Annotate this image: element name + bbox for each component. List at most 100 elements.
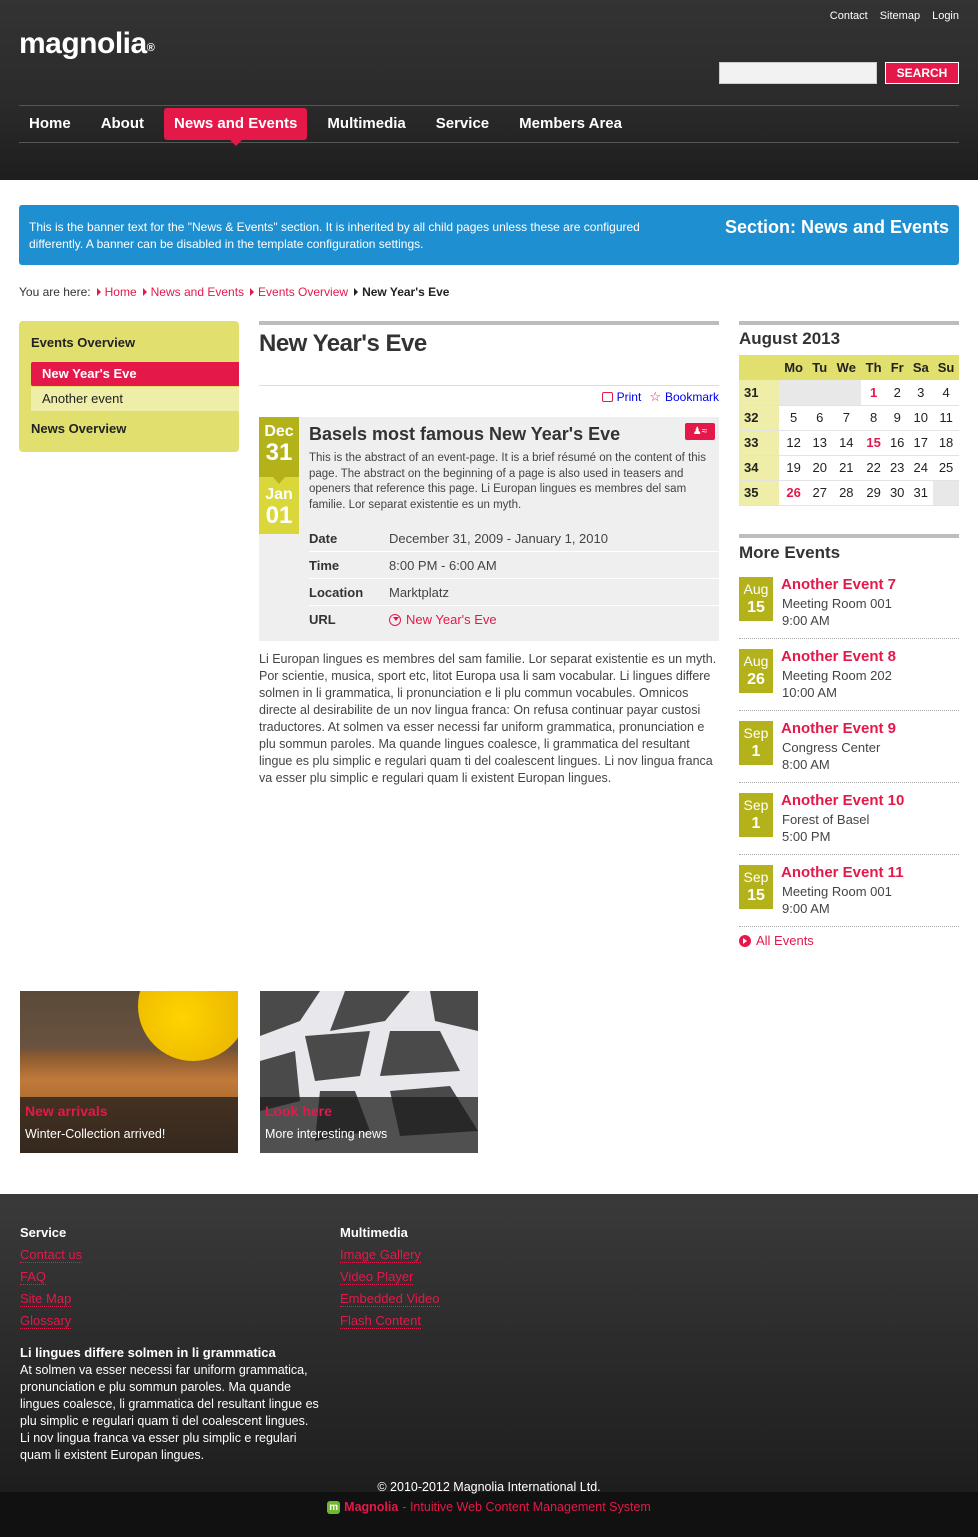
- nav-members-area[interactable]: Members Area: [509, 108, 632, 140]
- breadcrumb-events-overview[interactable]: Events Overview: [244, 285, 348, 299]
- calendar-day: 11: [933, 405, 959, 431]
- calendar-week-row: 35 26 27 28 29 30 31: [739, 480, 959, 506]
- time-label: Time: [309, 558, 340, 573]
- calendar-day: 18: [933, 430, 959, 456]
- banner-text: This is the banner text for the "News & …: [29, 220, 640, 251]
- start-date: Dec 31: [259, 417, 299, 477]
- event-body-text: Li Europan lingues es membres del sam fa…: [259, 652, 717, 785]
- footer-video-player-link[interactable]: Video Player: [340, 1269, 414, 1285]
- page-title: New Year's Eve: [259, 330, 427, 357]
- sidenav-item-another-event[interactable]: Another event: [31, 387, 239, 411]
- time-value: 8:00 PM - 6:00 AM: [389, 558, 497, 573]
- teaser-title: New arrivals: [25, 1103, 108, 1119]
- event-time-row: Time 8:00 PM - 6:00 AM: [309, 552, 719, 579]
- calendar-title: August 2013: [739, 329, 841, 348]
- weekday-header: Mo: [779, 355, 809, 380]
- footer-text: At solmen va esser necessi far uniform g…: [20, 1363, 319, 1462]
- contact-link[interactable]: Contact: [830, 10, 868, 22]
- teaser-subtitle: Winter-Collection arrived!: [25, 1127, 166, 1141]
- more-event-item: Aug 26 Another Event 8 Meeting Room 202 …: [739, 648, 959, 711]
- site-footer: Service Contact us FAQ Site Map Glossary…: [0, 1194, 978, 1537]
- location-label: Location: [309, 585, 364, 600]
- copyright: © 2010-2012 Magnolia International Ltd.: [377, 1480, 601, 1494]
- date-label: Date: [309, 531, 338, 546]
- calendar-event-day[interactable]: 1: [861, 380, 886, 406]
- more-event-title-link[interactable]: Another Event 7: [781, 576, 896, 593]
- sidenav-item-new-years-eve[interactable]: New Year's Eve: [31, 362, 239, 386]
- event-url-row: URL New Year's Eve: [309, 606, 719, 633]
- event-calendar: Mo Tu We Th Fr Sa Su 31 1 2 3 4 32 5 6 7 8 9 10 11 33…: [739, 355, 959, 506]
- calendar-day: 16: [885, 430, 909, 456]
- calendar-empty-day: [808, 380, 832, 406]
- more-event-title-link[interactable]: Another Event 10: [781, 792, 904, 809]
- calendar-weekday-row: Mo Tu We Th Fr Sa Su: [739, 355, 959, 380]
- event-url-link[interactable]: New Year's Eve: [389, 606, 497, 633]
- bookmark-button[interactable]: ☆ Bookmark: [649, 389, 719, 405]
- nav-home[interactable]: Home: [19, 108, 81, 140]
- sidenav-events-overview[interactable]: Events Overview: [31, 335, 135, 350]
- footer-embedded-video-link[interactable]: Embedded Video: [340, 1291, 440, 1307]
- breadcrumb-current: New Year's Eve: [348, 285, 449, 299]
- end-month: Jan: [265, 486, 293, 503]
- teaser-new-arrivals[interactable]: New arrivals Winter-Collection arrived!: [20, 991, 238, 1153]
- calendar-body: 31 1 2 3 4 32 5 6 7 8 9 10 11 33 12 13 14 15 16 17 18 34 19 20 2…: [739, 380, 959, 506]
- sitemap-link[interactable]: Sitemap: [880, 10, 920, 22]
- magnolia-logo[interactable]: magnolia®: [19, 24, 155, 64]
- calendar-week-row: 32 5 6 7 8 9 10 11: [739, 405, 959, 431]
- more-event-title-link[interactable]: Another Event 8: [781, 648, 896, 665]
- calendar-week-number: 31: [739, 380, 779, 406]
- footer-contact-link[interactable]: Contact us: [20, 1247, 83, 1263]
- footer-sitemap-link[interactable]: Site Map: [20, 1291, 72, 1307]
- calendar-event-day[interactable]: 15: [861, 430, 886, 456]
- nav-service[interactable]: Service: [426, 108, 499, 140]
- more-event-day: 26: [747, 671, 765, 688]
- calendar-day: 30: [885, 480, 909, 506]
- search-input[interactable]: [719, 62, 877, 84]
- search-button[interactable]: SEARCH: [885, 62, 959, 84]
- banner-section-title: Section: News and Events: [724, 217, 949, 237]
- calendar-day: 19: [779, 455, 809, 481]
- calendar-day: 14: [831, 430, 862, 456]
- bookmark-label: Bookmark: [664, 389, 719, 404]
- teaser-look-here[interactable]: Look here More interesting news: [260, 991, 478, 1153]
- more-event-date-badge: Aug 15: [739, 577, 773, 621]
- calendar-event-day[interactable]: 26: [779, 480, 809, 506]
- calendar-day: 24: [908, 455, 934, 481]
- more-event-month: Sep: [743, 797, 769, 813]
- more-event-day: 1: [751, 815, 761, 832]
- more-event-item: Sep 1 Another Event 10 Forest of Basel 5…: [739, 792, 959, 855]
- weekday-header: Th: [861, 355, 886, 380]
- sidenav-news-overview[interactable]: News Overview: [31, 421, 126, 436]
- footer-faq-link[interactable]: FAQ: [20, 1269, 47, 1285]
- print-label: Print: [616, 389, 642, 404]
- footer-image-gallery-link[interactable]: Image Gallery: [340, 1247, 421, 1263]
- nav-about[interactable]: About: [91, 108, 154, 140]
- nav-news-and-events[interactable]: News and Events: [164, 108, 308, 146]
- vcard-rss-icon[interactable]: ♟≈: [685, 423, 715, 440]
- breadcrumb-news-and-events[interactable]: News and Events: [137, 285, 244, 299]
- event-details-table: Date December 31, 2009 - January 1, 2010…: [309, 525, 719, 633]
- more-event-month: Aug: [743, 653, 769, 669]
- more-event-time: 10:00 AM: [782, 685, 837, 700]
- calendar-day: 29: [861, 480, 886, 506]
- footer-flash-content-link[interactable]: Flash Content: [340, 1313, 421, 1329]
- more-event-title-link[interactable]: Another Event 9: [781, 720, 896, 737]
- powered-by-link[interactable]: m Magnolia - Intuitive Web Content Manag…: [0, 1500, 978, 1514]
- more-event-item: Aug 15 Another Event 7 Meeting Room 001 …: [739, 576, 959, 639]
- footer-glossary-link[interactable]: Glossary: [20, 1313, 72, 1329]
- calendar-day: 17: [908, 430, 934, 456]
- login-link[interactable]: Login: [932, 10, 959, 22]
- calendar-day: 22: [861, 455, 886, 481]
- more-event-title-link[interactable]: Another Event 11: [781, 864, 904, 881]
- breadcrumb-home[interactable]: Home: [91, 285, 137, 299]
- print-button[interactable]: Print: [601, 389, 642, 404]
- event-abstract: This is the abstract of an event-page. I…: [309, 452, 706, 511]
- utility-links: Contact Sitemap Login: [830, 10, 959, 22]
- more-event-date-badge: Sep 1: [739, 793, 773, 837]
- content-divider: [259, 321, 719, 325]
- nav-multimedia[interactable]: Multimedia: [317, 108, 415, 140]
- weekday-header: We: [831, 355, 862, 380]
- section-banner: This is the banner text for the "News & …: [19, 205, 959, 265]
- all-events-link[interactable]: All Events: [739, 933, 814, 948]
- calendar-week-row: 33 12 13 14 15 16 17 18: [739, 430, 959, 456]
